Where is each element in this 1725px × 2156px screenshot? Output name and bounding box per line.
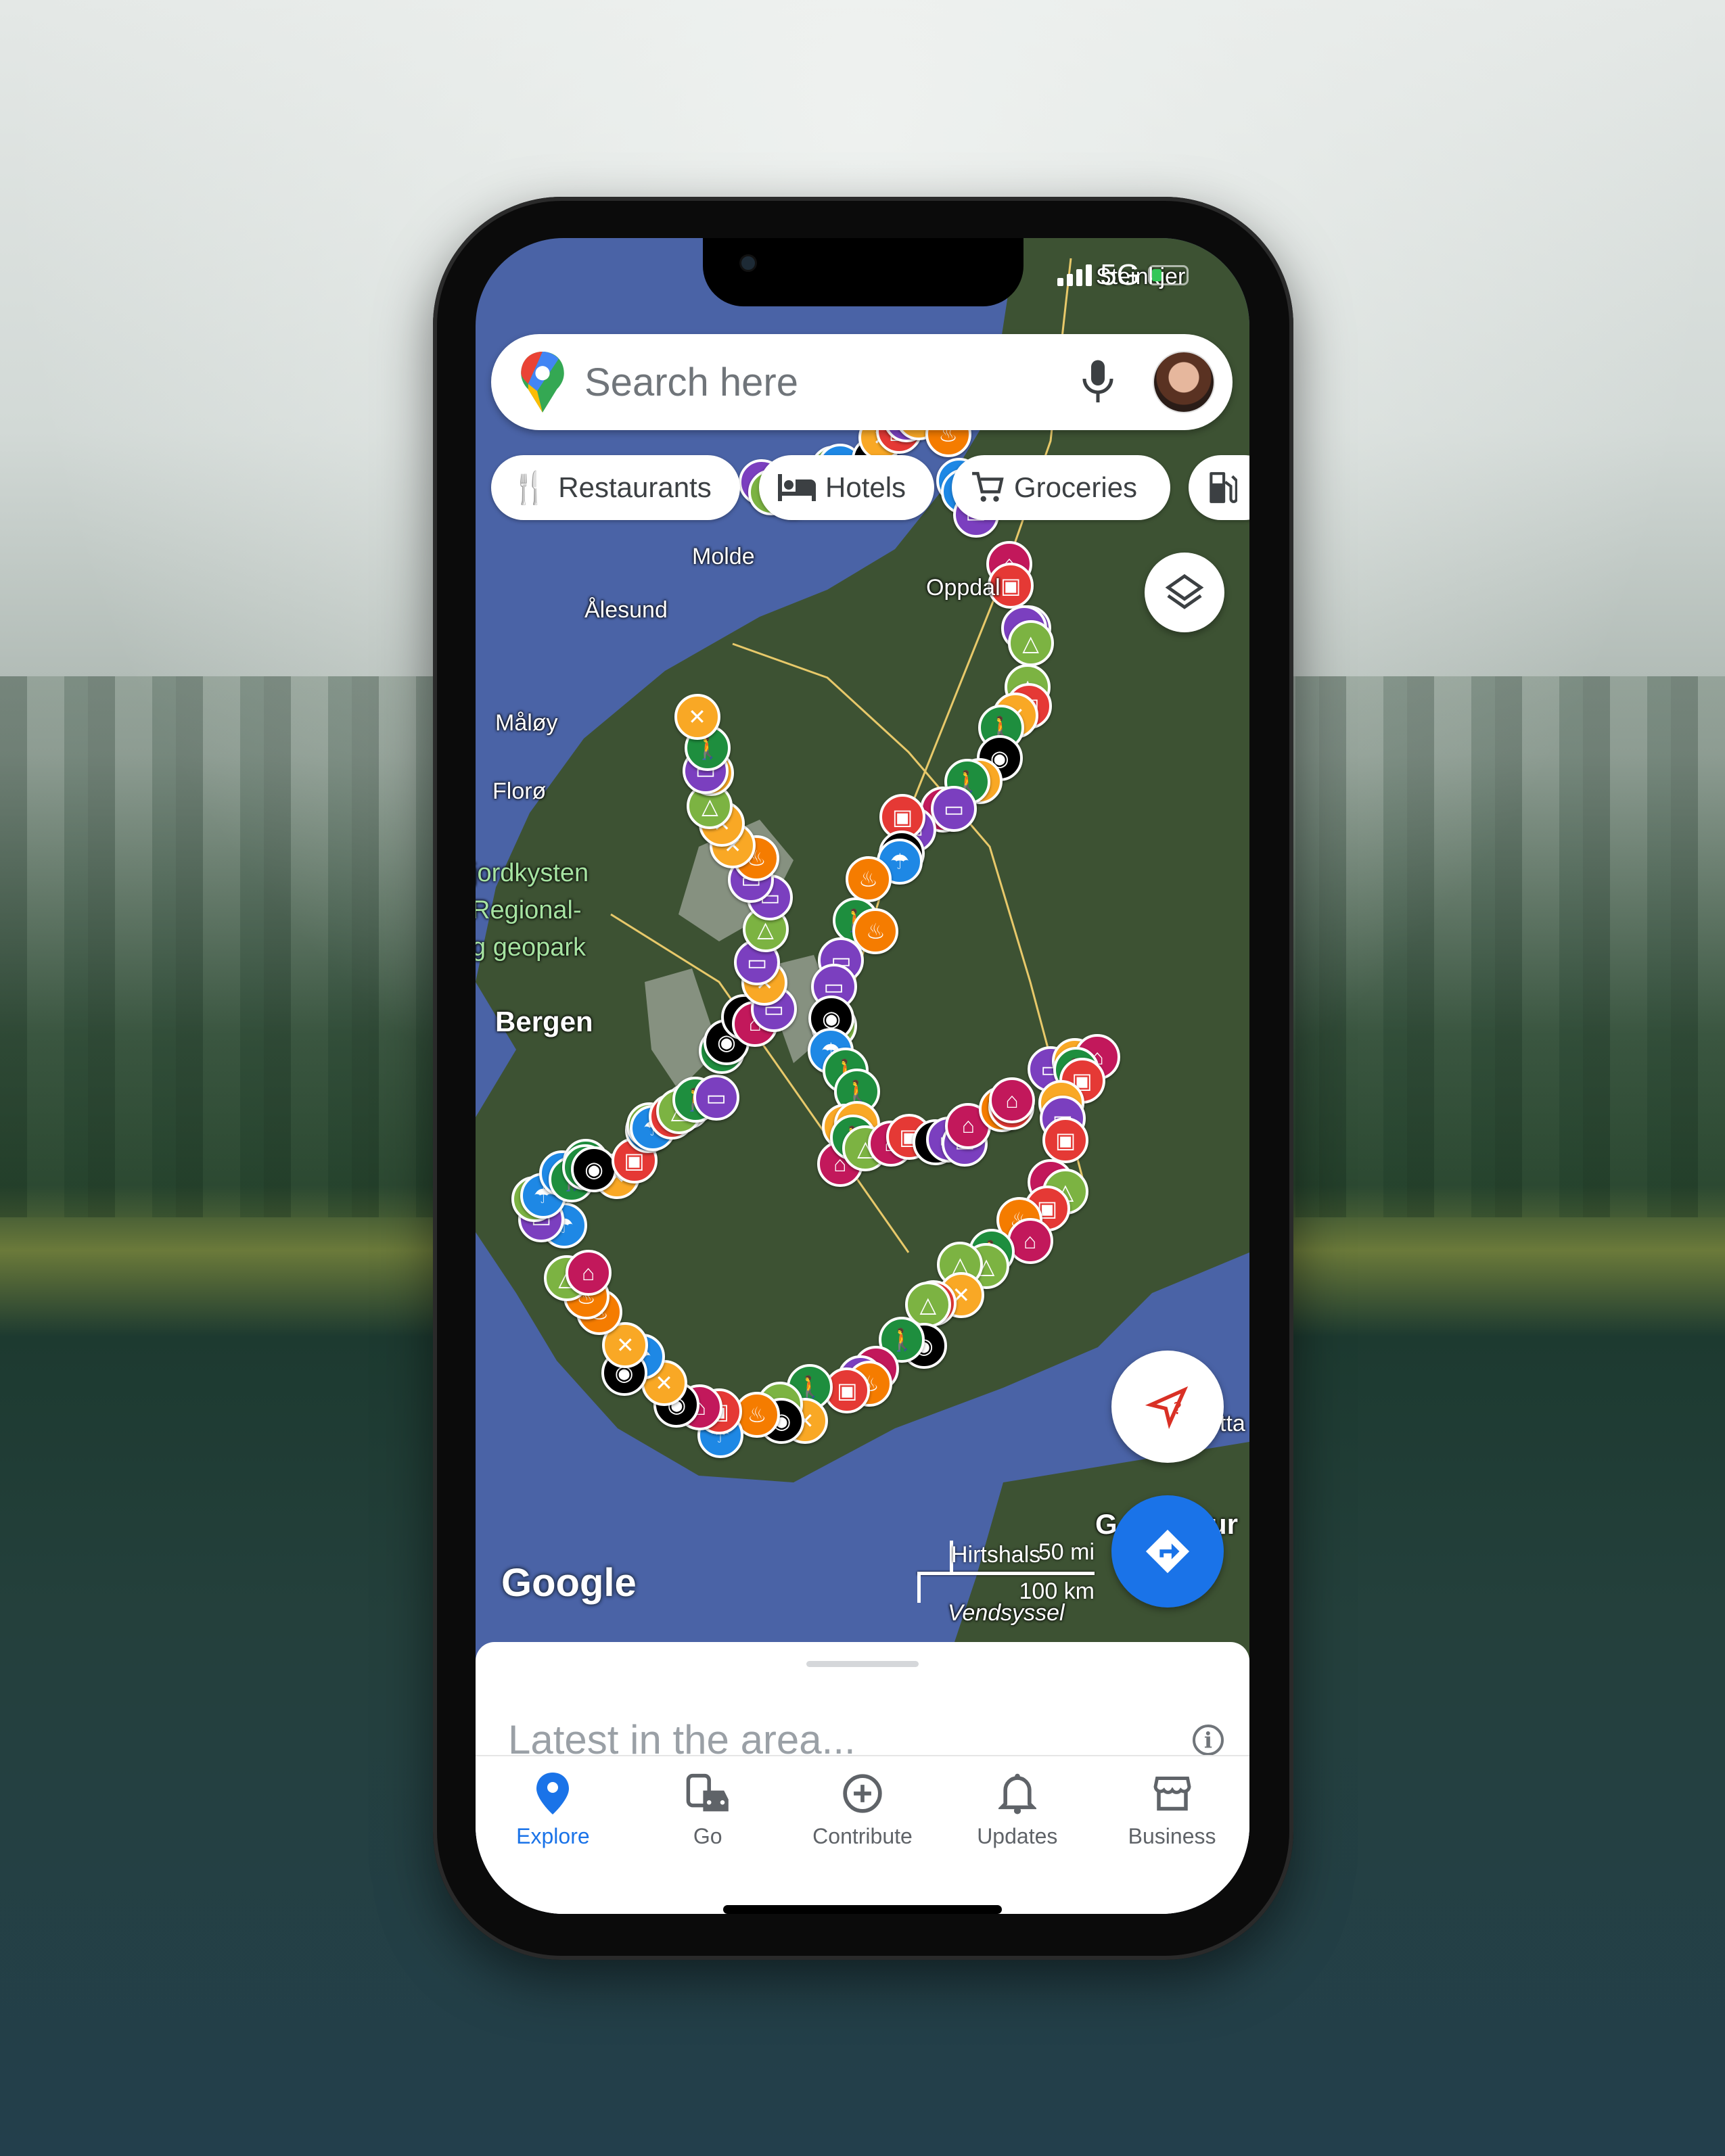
plus-circle-icon bbox=[843, 1774, 882, 1813]
svg-text:?: ? bbox=[1173, 1399, 1182, 1418]
phone-screen: ▭△🚶⌂☂△☂🚶◉◉✕▣▭✕🚶♨☂☂▭⌂▣▭▭△△▣✕🚶◉✕🚶⌂▭▭▣◉☂♨🚶♨… bbox=[476, 238, 1249, 1914]
map-label-bergen: Bergen bbox=[495, 1006, 593, 1037]
map-label-hirtshals: Hirtshals bbox=[951, 1542, 1041, 1568]
feedback-button[interactable]: ? bbox=[1111, 1351, 1224, 1463]
scale-miles: 50 mi bbox=[1038, 1539, 1095, 1565]
avatar[interactable] bbox=[1153, 351, 1215, 413]
geopark-label-3: g geopark bbox=[476, 933, 586, 962]
commute-icon bbox=[686, 1773, 729, 1812]
bottom-sheet[interactable]: Latest in the area... i Explore Go Contr… bbox=[476, 1642, 1249, 1914]
nav-label: Contribute bbox=[812, 1824, 913, 1848]
nav-contribute[interactable]: Contribute bbox=[785, 1756, 940, 1914]
sheet-drag-handle[interactable] bbox=[806, 1661, 919, 1667]
network-type: 5G bbox=[1100, 258, 1140, 291]
bottom-nav: Explore Go Contribute Updates Business bbox=[476, 1755, 1249, 1914]
nav-updates[interactable]: Updates bbox=[940, 1756, 1095, 1914]
layers-icon bbox=[1165, 573, 1204, 609]
scale-km: 100 km bbox=[1019, 1578, 1095, 1604]
navigation-question-icon: ? bbox=[1145, 1386, 1189, 1429]
nav-label: Business bbox=[1128, 1824, 1216, 1848]
pin-icon bbox=[536, 1773, 570, 1814]
search-input[interactable]: Search here bbox=[584, 360, 1081, 405]
layers-button[interactable] bbox=[1145, 553, 1224, 632]
map-marker-shopping[interactable]: ▣ bbox=[1042, 1117, 1089, 1163]
signal-icon bbox=[1057, 264, 1092, 286]
directions-button[interactable] bbox=[1111, 1495, 1224, 1608]
gas-station-icon bbox=[1210, 472, 1237, 503]
chip-label: Hotels bbox=[825, 471, 906, 503]
chip-label: Restaurants bbox=[558, 471, 712, 503]
battery-icon bbox=[1148, 265, 1189, 285]
map-marker-camera[interactable]: ◉ bbox=[571, 1146, 618, 1193]
home-indicator bbox=[723, 1905, 1002, 1914]
cart-icon bbox=[972, 471, 1004, 502]
camera-lens bbox=[739, 254, 757, 272]
map-label-maloy: Måløy bbox=[495, 710, 558, 736]
directions-icon bbox=[1145, 1529, 1190, 1574]
bed-icon bbox=[778, 474, 816, 501]
bell-icon bbox=[998, 1773, 1036, 1814]
nav-label: Go bbox=[693, 1824, 722, 1848]
chip-hotels[interactable]: Hotels bbox=[759, 455, 934, 520]
nav-business[interactable]: Business bbox=[1095, 1756, 1249, 1914]
notch bbox=[703, 238, 1024, 306]
map-marker-camping[interactable]: △ bbox=[1007, 619, 1054, 666]
map-marker-hotel[interactable]: ▭ bbox=[693, 1074, 739, 1121]
chip-gas-stations[interactable] bbox=[1189, 455, 1249, 520]
info-icon[interactable]: i bbox=[1193, 1725, 1224, 1756]
map-marker-home[interactable]: ⌂ bbox=[989, 1077, 1036, 1124]
status-bar: 5G bbox=[1057, 258, 1189, 292]
storefront-icon bbox=[1153, 1777, 1191, 1811]
map-marker-food[interactable]: ✕ bbox=[674, 693, 720, 740]
nav-explore[interactable]: Explore bbox=[476, 1756, 630, 1914]
microphone-icon[interactable] bbox=[1081, 358, 1115, 406]
map-label-tta: tta bbox=[1220, 1411, 1245, 1436]
map-marker-activity[interactable]: ♨ bbox=[845, 856, 892, 903]
map-label-alesund: Ålesund bbox=[584, 597, 668, 623]
chip-restaurants[interactable]: 🍴 Restaurants bbox=[491, 455, 740, 520]
chip-label: Groceries bbox=[1014, 471, 1138, 503]
geopark-label-1: jordkysten bbox=[476, 859, 589, 887]
chip-groceries[interactable]: Groceries bbox=[952, 455, 1170, 520]
map-marker-home[interactable]: ⌂ bbox=[565, 1250, 612, 1296]
map-label-floro: Florø bbox=[492, 778, 547, 804]
google-maps-logo-icon bbox=[521, 352, 564, 413]
map-label-oppdal: Oppdal bbox=[926, 575, 1001, 601]
fork-knife-icon: 🍴 bbox=[510, 469, 549, 505]
nav-go[interactable]: Go bbox=[630, 1756, 785, 1914]
search-bar[interactable]: Search here bbox=[491, 334, 1233, 430]
nav-label: Explore bbox=[516, 1824, 590, 1848]
geopark-label-2: Regional- bbox=[476, 896, 582, 924]
google-logo: Google bbox=[501, 1561, 637, 1605]
scale-bar: Hirtshals 50 mi 100 km bbox=[917, 1537, 1095, 1631]
map-label-molde: Molde bbox=[692, 544, 755, 569]
nav-label: Updates bbox=[977, 1824, 1058, 1848]
